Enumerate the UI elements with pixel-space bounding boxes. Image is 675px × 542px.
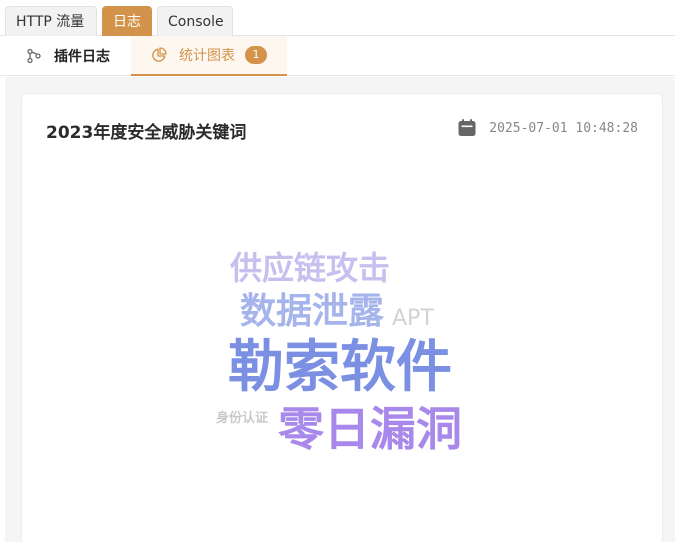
card-timestamp: 2025-07-01 10:48:28 [457, 118, 638, 138]
top-tab-bar: HTTP 流量 日志 Console [0, 0, 675, 36]
tab-plugin-logs-label: 插件日志 [54, 49, 110, 65]
count-badge: 1 [245, 46, 267, 64]
content-area: 2023年度安全威胁关键词 2025-07-01 10:48:28 供应链攻击 … [5, 77, 675, 542]
timestamp-text: 2025-07-01 10:48:28 [489, 120, 638, 136]
card-title: 2023年度安全威胁关键词 [46, 123, 247, 143]
git-branch-icon [27, 48, 41, 64]
tab-plugin-logs[interactable]: 插件日志 [26, 36, 110, 76]
word-cloud-term: 身份认证 [216, 411, 269, 426]
tab-logs[interactable]: 日志 [102, 6, 152, 36]
tab-http-traffic[interactable]: HTTP 流量 [5, 6, 97, 36]
word-cloud-term: 数据泄露 [240, 291, 385, 332]
tab-statistics-chart[interactable]: 统计图表 1 [131, 36, 287, 76]
chart-card: 2023年度安全威胁关键词 2025-07-01 10:48:28 供应链攻击 … [21, 93, 663, 542]
word-cloud-term: 零日漏洞 [278, 402, 462, 456]
word-cloud-term: 供应链攻击 [230, 249, 391, 287]
tab-console[interactable]: Console [157, 6, 233, 36]
word-cloud-term: 勒索软件 [228, 335, 452, 400]
sub-tab-bar: 插件日志 统计图表 1 [0, 36, 675, 76]
calendar-icon [458, 119, 476, 136]
tab-statistics-chart-label: 统计图表 [179, 48, 235, 64]
pie-chart-icon [152, 47, 167, 62]
word-cloud-term: APT [392, 306, 434, 331]
